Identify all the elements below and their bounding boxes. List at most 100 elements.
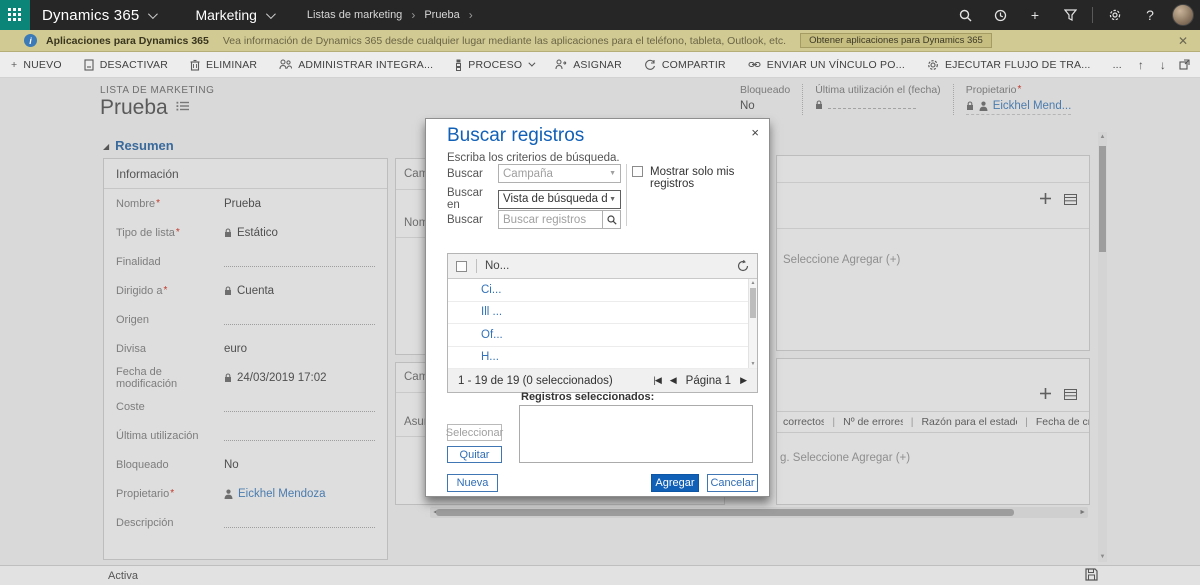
- scroll-down-arrow-icon[interactable]: ▼: [749, 361, 757, 367]
- selected-records-box: [519, 405, 753, 463]
- search-input[interactable]: [499, 211, 602, 228]
- empty-value-dashes: [828, 101, 916, 109]
- popout-icon[interactable]: [1177, 56, 1193, 74]
- first-page-icon[interactable]: |◀: [653, 375, 660, 386]
- close-icon[interactable]: ×: [751, 125, 759, 140]
- email-link-icon: [748, 60, 761, 69]
- grid-row[interactable]: Of...: [448, 324, 757, 347]
- scroll-right-arrow-icon[interactable]: ►: [1079, 507, 1086, 518]
- manage-members-button[interactable]: ADMINISTRAR INTEGRA...: [268, 52, 444, 77]
- next-record-arrow-icon[interactable]: ↓: [1155, 56, 1171, 74]
- cancel-button[interactable]: Cancelar: [707, 474, 758, 492]
- new-button[interactable]: + NUEVO: [0, 52, 73, 77]
- header-field-ultima-utilizacion: Última utilización el (fecha): [802, 84, 952, 115]
- owner-link[interactable]: Eickhel Mend...: [993, 100, 1072, 112]
- new-button[interactable]: Nueva: [447, 474, 498, 492]
- command-bar: + NUEVO DESACTIVAR ELIMINAR ADMINISTRAR …: [0, 52, 1200, 78]
- previous-page-icon[interactable]: ◀: [670, 375, 677, 386]
- filter-icon[interactable]: [1057, 2, 1083, 28]
- plus-icon: +: [11, 59, 17, 71]
- chevron-down-icon: ▼: [609, 196, 616, 203]
- field-origen: Origen: [104, 305, 387, 334]
- information-card: Información Nombre Prueba Tipo de lista …: [103, 158, 388, 560]
- horizontal-scrollbar[interactable]: ◄ ►: [430, 507, 1088, 518]
- scroll-up-arrow-icon[interactable]: ▲: [1098, 134, 1107, 140]
- scroll-up-arrow-icon[interactable]: ▲: [749, 280, 757, 286]
- share-icon: [644, 59, 656, 71]
- run-workflow-button[interactable]: EJECUTAR FLUJO DE TRA...: [916, 52, 1102, 77]
- field-dirigido-a: Dirigido a Cuenta: [104, 276, 387, 305]
- scroll-down-arrow-icon[interactable]: ▼: [1098, 554, 1107, 560]
- next-page-icon[interactable]: ▶: [740, 375, 747, 386]
- delete-button[interactable]: ELIMINAR: [179, 52, 268, 77]
- app-launcher-button[interactable]: [0, 0, 30, 30]
- vertical-scrollbar-thumb[interactable]: [1099, 146, 1106, 252]
- my-records-checkbox-label: Mostrar solo mis registros: [650, 166, 769, 190]
- search-magnifier-icon[interactable]: [602, 211, 620, 228]
- assign-button[interactable]: ASIGNAR: [544, 52, 633, 77]
- topnav-divider: [1092, 7, 1093, 23]
- record-status: Activa: [108, 570, 138, 582]
- add-button[interactable]: Agregar: [651, 474, 699, 492]
- background-panel-right-top: Seleccione Agregar (+): [776, 155, 1090, 351]
- deactivate-button[interactable]: DESACTIVAR: [73, 52, 179, 77]
- header-fields: Bloqueado No Última utilización el (fech…: [728, 84, 1083, 115]
- grid-header: No...: [448, 254, 757, 279]
- close-icon[interactable]: ✕: [1178, 34, 1188, 48]
- share-button[interactable]: COMPARTIR: [633, 52, 737, 77]
- view-select[interactable]: Vista de búsqueda de camp ▼: [498, 190, 621, 209]
- summary-section-header[interactable]: ◢ Resumen: [103, 138, 174, 153]
- entity-type-label: Buscar: [447, 168, 498, 180]
- name-column-header[interactable]: No...: [485, 260, 509, 272]
- lock-icon: [966, 101, 974, 111]
- owner-link: Eickhel Mendoza: [238, 488, 326, 500]
- chevron-down-icon: [148, 9, 158, 19]
- horizontal-scrollbar-thumb[interactable]: [436, 509, 1014, 516]
- save-icon[interactable]: [1085, 568, 1098, 584]
- field-nombre: Nombre Prueba: [104, 189, 387, 218]
- vertical-scrollbar[interactable]: ▲ ▼: [1098, 132, 1107, 562]
- results-grid: No... Ci... Ill ... Of... H... ▲ ▼: [447, 253, 758, 369]
- dialog-subtitle: Escriba los criterios de búsqueda.: [447, 152, 620, 164]
- info-icon: i: [24, 34, 37, 47]
- app-title[interactable]: Dynamics 365: [42, 7, 139, 24]
- grid-row[interactable]: H...: [448, 347, 757, 370]
- view-label: Buscar en: [447, 187, 498, 211]
- breadcrumb-separator-icon: ›: [411, 8, 415, 22]
- grid-row[interactable]: Ill ...: [448, 302, 757, 325]
- record-navigation: ↑ ↓ ×: [1133, 56, 1200, 74]
- breadcrumb-listas[interactable]: Listas de marketing: [307, 9, 402, 21]
- settings-gear-icon[interactable]: [1102, 2, 1128, 28]
- grid-scrollbar[interactable]: ▲ ▼: [748, 279, 757, 368]
- topnav-actions: + ?: [952, 2, 1200, 28]
- more-commands-button[interactable]: ...: [1102, 52, 1133, 77]
- search-field: [498, 210, 621, 229]
- select-all-checkbox[interactable]: [456, 261, 467, 272]
- quick-create-plus-icon[interactable]: +: [1022, 2, 1048, 28]
- email-link-button[interactable]: ENVIAR UN VÍNCULO PO...: [737, 52, 916, 77]
- entity-label: LISTA DE MARKETING: [100, 85, 214, 96]
- search-icon[interactable]: [952, 2, 978, 28]
- get-apps-button[interactable]: Obtener aplicaciones para Dynamics 365: [800, 33, 992, 48]
- user-avatar[interactable]: [1172, 4, 1194, 26]
- refresh-icon[interactable]: [737, 260, 749, 272]
- lock-icon: [815, 100, 823, 110]
- previous-record-arrow-icon[interactable]: ↑: [1133, 56, 1149, 74]
- breadcrumb-prueba[interactable]: Prueba: [424, 9, 459, 21]
- field-finalidad: Finalidad: [104, 247, 387, 276]
- empty-value-dashes: [224, 324, 375, 325]
- grid-scrollbar-thumb[interactable]: [750, 288, 756, 318]
- remove-button[interactable]: Quitar: [447, 446, 502, 463]
- notification-bar: i Aplicaciones para Dynamics 365 Vea inf…: [0, 30, 1200, 52]
- help-icon[interactable]: ?: [1137, 2, 1163, 28]
- people-icon: [279, 59, 292, 70]
- entity-type-select: Campaña ▼: [498, 164, 621, 183]
- grid-row[interactable]: Ci...: [448, 279, 757, 302]
- form-status-bar: Activa: [0, 565, 1200, 585]
- area-switcher[interactable]: Marketing: [195, 7, 256, 23]
- process-button[interactable]: PROCESO: [444, 52, 544, 77]
- background-grid-header: correctos | Nº de errores | Razón para e…: [777, 411, 1089, 433]
- grid-pagination: 1 - 19 de 19 (0 seleccionados) |◀ ◀ Pági…: [447, 369, 758, 393]
- my-records-checkbox[interactable]: [632, 166, 643, 177]
- recent-history-icon[interactable]: [987, 2, 1013, 28]
